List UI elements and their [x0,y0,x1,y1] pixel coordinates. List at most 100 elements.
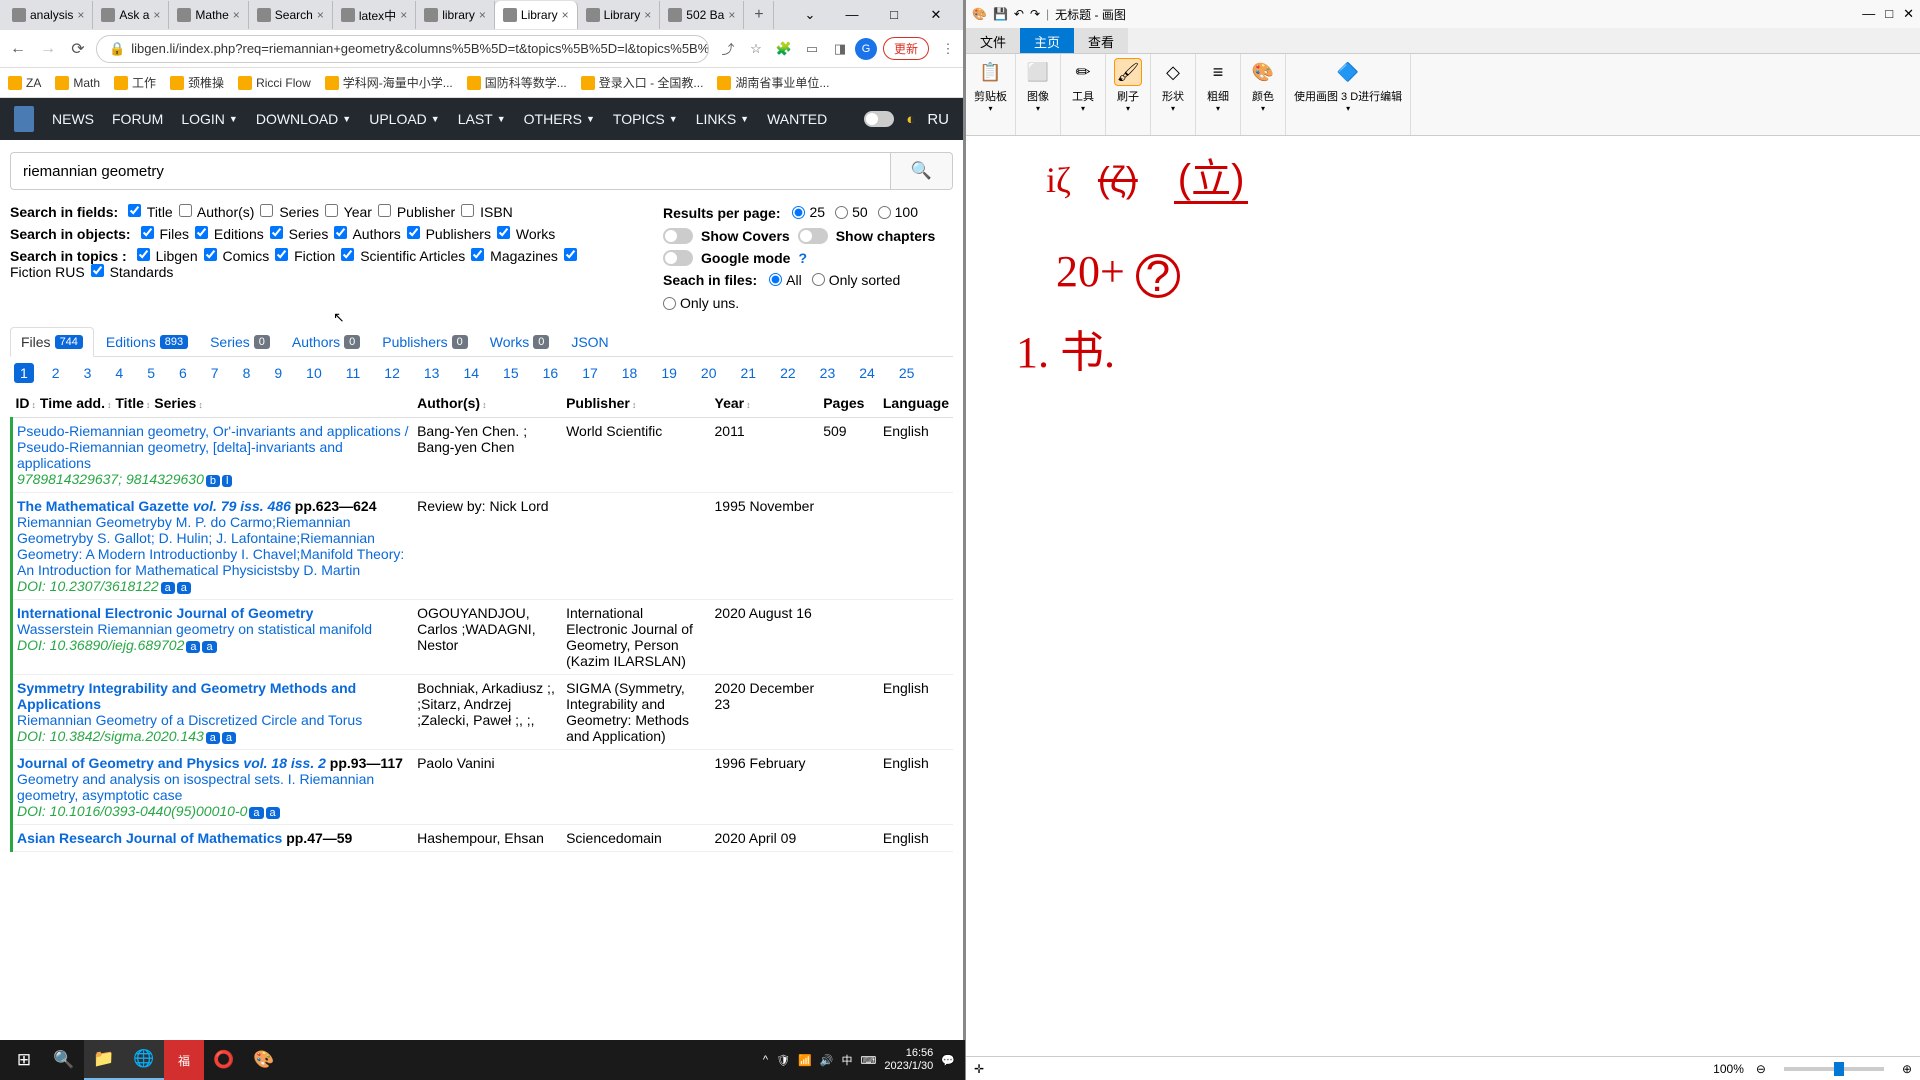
tray-clock[interactable]: 16:562023/1/30 [884,1047,933,1073]
reload-icon[interactable]: ⟳ [66,37,90,61]
tray-chevron-icon[interactable]: ^ [763,1054,768,1066]
checkbox-magazines[interactable] [471,248,484,261]
paint-minimize-icon[interactable]: — [1862,6,1875,22]
checkbox-isbn[interactable] [461,204,474,217]
search-button[interactable]: 🔍 [891,152,953,190]
col-year[interactable]: Year↕ [711,389,820,418]
avatar[interactable]: G [855,38,877,60]
tray-network-icon[interactable]: 📶 [798,1054,812,1067]
page-link[interactable]: 18 [616,363,644,383]
page-link[interactable]: 6 [173,363,193,383]
tray-keyboard-icon[interactable]: ⌨ [860,1054,876,1067]
col-pages[interactable]: Pages [819,389,879,418]
col-lang[interactable]: Language [879,389,953,418]
page-link[interactable]: 8 [237,363,257,383]
series-link[interactable]: Symmetry Integrability and Geometry Meth… [17,680,356,712]
url-input[interactable]: 🔒 libgen.li/index.php?req=riemannian+geo… [96,35,709,63]
series-link[interactable]: International Electronic Journal of Geom… [17,605,313,621]
obs-icon[interactable]: ⭕ [204,1040,244,1080]
chrome-icon[interactable]: 🌐 [124,1040,164,1080]
tray-ime-icon[interactable]: 中 [841,1052,852,1068]
result-tab-editions[interactable]: Editions 893 [96,327,198,356]
update-button[interactable]: 更新 [883,37,929,60]
page-link[interactable]: 15 [497,363,525,383]
mirror-badge[interactable]: a [222,732,236,744]
zoom-out-icon[interactable]: ⊖ [1756,1062,1766,1076]
page-link[interactable]: 11 [340,363,367,383]
bookmark-item[interactable]: Math [55,76,100,90]
help-link[interactable]: ? [798,250,807,266]
checkbox-title[interactable] [128,204,141,217]
bookmark-item[interactable]: Ricci Flow [238,76,311,90]
paint-close-icon[interactable]: ✕ [1903,6,1914,22]
result-tab-series[interactable]: Series 0 [200,327,280,356]
title-link[interactable]: Geometry and analysis on isospectral set… [17,771,374,803]
checkbox-works[interactable] [497,226,510,239]
nav-upload[interactable]: UPLOAD ▼ [369,111,440,127]
bookmark-item[interactable]: 工作 [114,74,156,91]
new-tab-button[interactable]: + [744,1,774,29]
paint-tab-0[interactable]: 文件 [966,28,1020,53]
google-mode-toggle[interactable] [663,250,693,266]
browser-tab[interactable]: 502 Ba× [660,1,744,29]
series-link[interactable]: Journal of Geometry and Physics [17,755,240,771]
checkbox-fiction[interactable] [275,248,288,261]
paint-taskbar-icon[interactable]: 🎨 [244,1040,284,1080]
checkbox-year[interactable] [325,204,338,217]
checkbox-fiction rus[interactable] [564,248,577,261]
ribbon-颜色[interactable]: 🎨颜色▾ [1241,54,1286,135]
minimize-icon[interactable]: — [835,7,869,23]
nav-download[interactable]: DOWNLOAD ▼ [256,111,351,127]
nav-links[interactable]: LINKS ▼ [696,111,749,127]
series-link[interactable]: The Mathematical Gazette [17,498,189,514]
mirror-badge[interactable]: a [186,641,200,653]
page-link[interactable]: 7 [205,363,225,383]
page-link[interactable]: 9 [268,363,288,383]
browser-tab[interactable]: library× [416,1,495,29]
page-link[interactable]: 21 [735,363,763,383]
paint-tab-2[interactable]: 查看 [1074,28,1128,53]
result-tab-works[interactable]: Works 0 [480,327,560,356]
nav-login[interactable]: LOGIN ▼ [181,111,238,127]
mirror-badge[interactable]: b [206,475,220,487]
ribbon-刷子[interactable]: 🖌刷子▾ [1106,54,1151,135]
checkbox-files[interactable] [141,226,154,239]
page-link[interactable]: 25 [893,363,921,383]
show-covers-toggle[interactable] [663,228,693,244]
page-link[interactable]: 23 [814,363,842,383]
title-link[interactable]: Pseudo-Riemannian geometry, Or'-invarian… [17,423,409,471]
zoom-in-icon[interactable]: ⊕ [1902,1062,1912,1076]
kebab-icon[interactable]: ⋮ [939,40,957,58]
mirror-badge[interactable]: a [177,582,191,594]
bookmark-item[interactable]: 国防科等数学... [467,74,567,91]
mirror-badge[interactable]: a [249,807,263,819]
checkbox-scientific articles[interactable] [341,248,354,261]
extensions-icon[interactable]: 🧩 [775,40,793,58]
page-link[interactable]: 10 [300,363,328,383]
page-link[interactable]: 4 [109,363,129,383]
ribbon-形状[interactable]: ◇形状▾ [1151,54,1196,135]
page-link[interactable]: 5 [141,363,161,383]
bookmark-item[interactable]: 湖南省事业单位... [717,74,829,91]
files-radio[interactable] [769,273,782,286]
nav-forum[interactable]: FORUM [112,111,163,127]
page-link[interactable]: 2 [46,363,66,383]
result-tab-json[interactable]: JSON [561,327,618,356]
nav-others[interactable]: OTHERS ▼ [524,111,595,127]
page-link[interactable]: 19 [655,363,683,383]
search-input[interactable] [10,152,891,190]
checkbox-publisher[interactable] [378,204,391,217]
redo-icon[interactable]: ↷ [1030,7,1040,21]
rpp-radio[interactable] [878,206,891,219]
back-icon[interactable]: ← [6,37,30,61]
page-link[interactable]: 17 [576,363,604,383]
forward-icon[interactable]: → [36,37,60,61]
paint-tab-1[interactable]: 主页 [1020,28,1074,53]
files-radio[interactable] [663,297,676,310]
checkbox-series[interactable] [270,226,283,239]
maximize-icon[interactable]: □ [877,7,911,23]
ribbon-使用画图 3 D进行编辑[interactable]: 🔷使用画图 3 D进行编辑▾ [1286,54,1411,135]
save-icon[interactable]: 💾 [993,7,1008,21]
show-chapters-toggle[interactable] [798,228,828,244]
checkbox-authors[interactable] [334,226,347,239]
